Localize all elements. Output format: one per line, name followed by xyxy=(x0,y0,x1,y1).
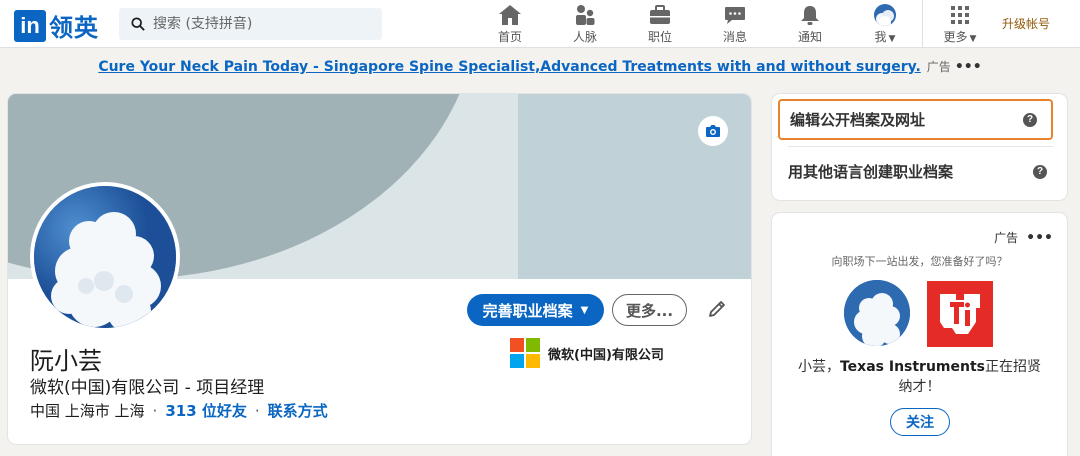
search-box[interactable] xyxy=(119,8,382,40)
nav-home-label: 首页 xyxy=(497,30,522,44)
bell-icon xyxy=(801,6,819,25)
nav-network-label: 人脉 xyxy=(572,30,597,44)
grid-icon xyxy=(951,6,969,24)
pencil-icon[interactable] xyxy=(704,296,730,322)
profile-headline: 微软(中国)有限公司 - 项目经理 xyxy=(30,378,265,398)
ad-message-greeting: 小芸， xyxy=(797,359,840,375)
chevron-down-icon: ▼ xyxy=(888,34,896,44)
separator: · xyxy=(152,401,158,420)
ad-user-avatar xyxy=(844,280,910,346)
nav-more[interactable]: 更多 ▼ xyxy=(922,4,998,44)
current-company[interactable]: 微软(中国)有限公司 xyxy=(510,338,664,368)
profile-name: 阮小芸 xyxy=(30,347,102,375)
ad-card: 广告 ••• 向职场下一站出发，您准备好了吗？ 小芸，Texas Instrum… xyxy=(772,213,1067,456)
edit-public-profile-link[interactable]: 编辑公开档案及网址 xyxy=(790,109,925,130)
profile-card: 阮小芸 微软(中国)有限公司 - 项目经理 中国 上海市 上海 · 313 位好… xyxy=(8,94,751,444)
nav-home[interactable]: 首页 xyxy=(472,4,548,44)
nav-network[interactable]: 人脉 xyxy=(547,4,623,44)
caret-down-icon: ▼ xyxy=(580,304,589,316)
message-icon xyxy=(725,7,745,24)
search-icon xyxy=(131,17,145,31)
contact-info-link[interactable]: 联系方式 xyxy=(268,400,328,421)
profile-location-row: 中国 上海市 上海 · 313 位好友 · 联系方式 xyxy=(30,400,328,421)
search-input[interactable] xyxy=(153,16,373,32)
upgrade-link[interactable]: 升级帐号 xyxy=(1002,15,1050,32)
more-button[interactable]: 更多... xyxy=(612,294,687,326)
help-icon[interactable]: ? xyxy=(1023,112,1037,127)
profile-avatar[interactable] xyxy=(30,182,180,332)
complete-profile-label: 完善职业档案 xyxy=(482,301,573,320)
ad-label: 广告 xyxy=(926,60,951,74)
profile-location: 中国 上海市 上海 xyxy=(30,402,145,420)
nav-me-label: 我 ▼ xyxy=(874,30,896,44)
ad-link[interactable]: Cure Your Neck Pain Today - Singapore Sp… xyxy=(98,59,920,75)
chevron-down-icon: ▼ xyxy=(969,34,977,44)
home-icon xyxy=(499,5,521,25)
nav-notifications[interactable]: 通知 xyxy=(772,4,848,44)
ad-message-company: Texas Instruments xyxy=(839,359,986,375)
other-language-row[interactable]: 用其他语言创建职业档案 ? xyxy=(788,161,1047,182)
nav-messages-label: 消息 xyxy=(722,30,747,44)
avatar xyxy=(874,4,896,26)
connections-link[interactable]: 313 位好友 xyxy=(165,400,247,421)
logo-text: 领英 xyxy=(49,14,99,42)
profile-settings-card: 编辑公开档案及网址 ? 用其他语言创建职业档案 ? xyxy=(772,94,1067,200)
ad-options-icon[interactable]: ••• xyxy=(1026,230,1053,246)
briefcase-icon xyxy=(650,5,670,24)
microsoft-logo xyxy=(510,338,540,368)
ad-options-icon[interactable]: ••• xyxy=(955,59,982,75)
logo-mark: in xyxy=(14,9,46,42)
camera-icon[interactable] xyxy=(698,116,728,146)
nav-messages[interactable]: 消息 xyxy=(697,4,773,44)
other-language-link[interactable]: 用其他语言创建职业档案 xyxy=(788,161,953,182)
nav-me[interactable]: 我 ▼ xyxy=(847,4,923,44)
nav-more-label: 更多 ▼ xyxy=(943,30,977,44)
top-nav: in 领英 首页 人脉 职位 消息 通知 我▼ 更多▼ 升级帐号 xyxy=(0,0,1080,48)
follow-button[interactable]: 关注 xyxy=(890,408,950,436)
separator: · xyxy=(254,401,260,420)
help-icon[interactable]: ? xyxy=(1033,164,1047,179)
ad-message: 小芸，Texas Instruments正在招贤纳才！ xyxy=(792,357,1047,397)
linkedin-logo[interactable]: in 领英 xyxy=(14,8,99,43)
ad-banner: Cure Your Neck Pain Today - Singapore Sp… xyxy=(0,58,1080,75)
nav-jobs[interactable]: 职位 xyxy=(622,4,698,44)
ad-tagline: 向职场下一站出发，您准备好了吗？ xyxy=(831,255,1008,268)
nav-notifications-label: 通知 xyxy=(797,30,822,44)
edit-public-profile-row[interactable]: 编辑公开档案及网址 ? xyxy=(778,99,1053,140)
ad-label: 广告 xyxy=(994,231,1019,245)
people-icon xyxy=(576,5,595,25)
texas-instruments-logo[interactable] xyxy=(927,281,993,347)
company-name: 微软(中国)有限公司 xyxy=(548,347,664,363)
divider xyxy=(788,146,1053,147)
nav-jobs-label: 职位 xyxy=(647,30,672,44)
ad-card-header: 广告 ••• xyxy=(994,229,1053,246)
complete-profile-button[interactable]: 完善职业档案 ▼ xyxy=(467,294,604,326)
